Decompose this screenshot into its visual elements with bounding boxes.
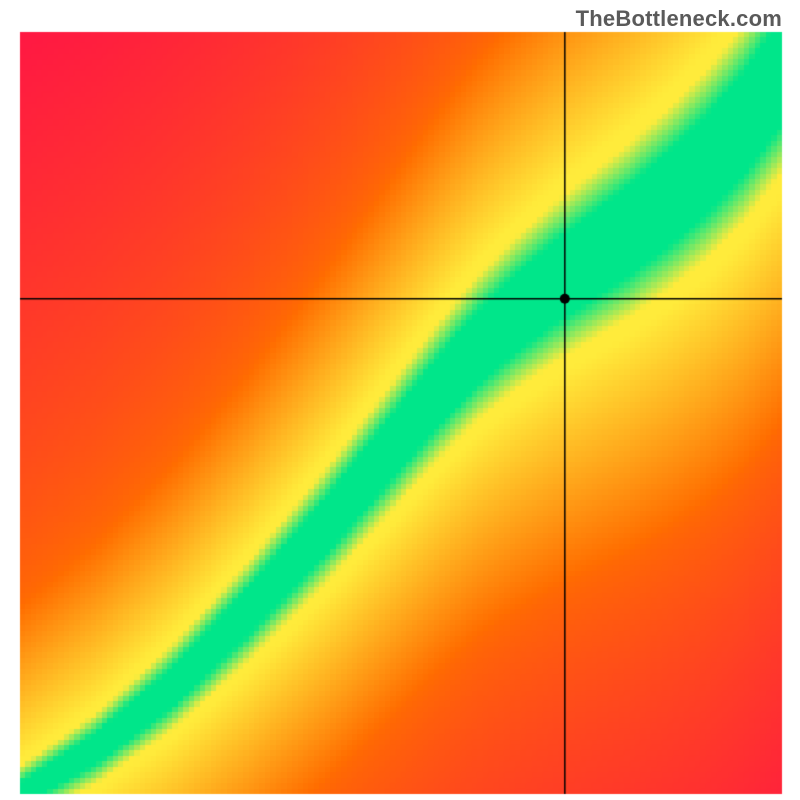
bottleneck-heatmap <box>0 0 800 800</box>
chart-container: TheBottleneck.com <box>0 0 800 800</box>
watermark: TheBottleneck.com <box>576 6 782 32</box>
